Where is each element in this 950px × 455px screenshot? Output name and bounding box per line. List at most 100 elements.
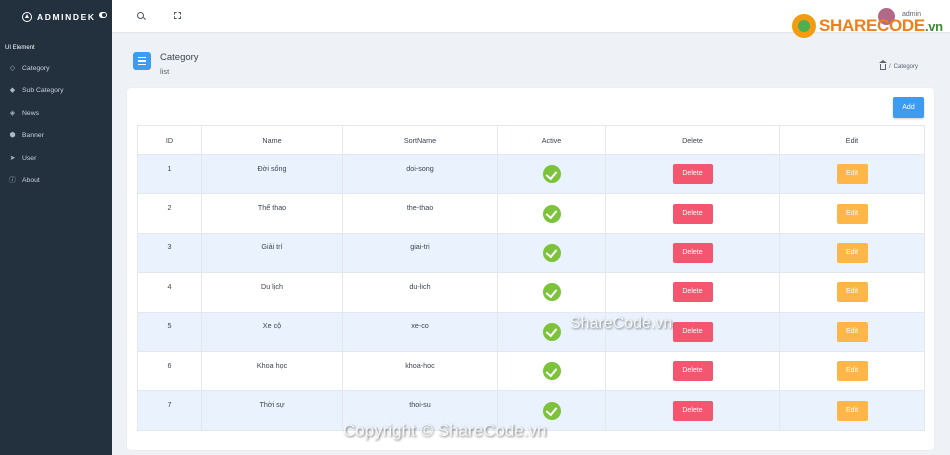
edit-button[interactable]: Edit [836, 282, 868, 303]
cell-name: Thể thao [201, 193, 343, 234]
id-value: 5 [167, 321, 172, 331]
table-row: 2 Thể thao the-thao Delete Edit [137, 193, 925, 234]
tag-icon: ◆ [9, 87, 16, 95]
cell-delete: Delete [605, 272, 780, 313]
page-title: Category [160, 52, 199, 63]
delete-button[interactable]: Delete [672, 321, 713, 342]
cell-edit: Edit [779, 272, 925, 313]
name-value: Khoa học [256, 360, 288, 370]
layers-icon: ◈ [9, 109, 16, 117]
cell-id: 5 [137, 311, 202, 352]
globe-icon [792, 14, 816, 38]
name-value: Xe cộ [262, 321, 282, 331]
id-value: 7 [167, 400, 172, 410]
cell-id: 2 [137, 193, 202, 234]
breadcrumb: / Category [879, 60, 918, 70]
sidebar-item-label: Category [22, 64, 50, 72]
cell-name: Khoa học [201, 350, 343, 392]
brand-name: ADMINDEK [37, 11, 96, 22]
image-icon: ⬢ [9, 132, 16, 140]
home-icon[interactable] [879, 60, 887, 70]
edit-button[interactable]: Edit [836, 164, 868, 185]
edit-button[interactable]: Edit [836, 321, 868, 342]
cell-edit: Edit [779, 390, 925, 431]
sidebar-item-news[interactable]: ◈ News [0, 102, 112, 125]
cell-delete: Delete [605, 350, 780, 392]
column-header: Delete [605, 125, 780, 155]
active-check-icon [542, 322, 561, 341]
delete-button[interactable]: Delete [672, 203, 713, 224]
delete-button[interactable]: Delete [672, 361, 713, 382]
menu-icon [133, 52, 151, 70]
cell-edit: Edit [779, 232, 925, 274]
brand[interactable]: ADMINDEK [0, 0, 112, 33]
breadcrumb-separator: / [889, 63, 891, 70]
watermark-copyright: Copyright © ShareCode.vn [343, 421, 547, 440]
cell-active [497, 193, 606, 234]
column-header: Name [201, 125, 343, 155]
cell-sortname: du-lich [342, 272, 498, 313]
active-check-icon [542, 204, 561, 223]
delete-button[interactable]: Delete [672, 400, 713, 421]
cell-id: 1 [137, 153, 202, 195]
sidebar-item-label: Banner [22, 132, 44, 140]
table-row: 4 Du lịch du-lich Delete Edit [137, 272, 925, 313]
active-check-icon [542, 362, 561, 381]
table-row: 6 Khoa học khoa-hoc Delete Edit [137, 350, 925, 392]
page-subtitle: list [160, 67, 170, 76]
id-value: 3 [167, 242, 172, 252]
sortname-value: khoa-hoc [405, 360, 435, 370]
active-check-icon [542, 243, 561, 262]
cell-name: Thời sự [201, 390, 343, 431]
cell-delete: Delete [605, 153, 780, 195]
edit-button[interactable]: Edit [836, 400, 868, 421]
sidebar-item-label: User [22, 154, 37, 162]
delete-button[interactable]: Delete [672, 282, 713, 303]
edit-button[interactable]: Edit [836, 203, 868, 224]
name-value: Đời sống [257, 163, 287, 173]
sidebar-item-label: Sub Category [22, 87, 64, 95]
sortname-value: du-lich [409, 281, 431, 291]
sortname-value: doi-song [406, 163, 434, 173]
id-value: 6 [167, 360, 172, 370]
sidebar-item-sub-category[interactable]: ◆ Sub Category [0, 80, 112, 103]
cell-name: Giải trí [201, 232, 343, 274]
cell-edit: Edit [779, 193, 925, 234]
cell-edit: Edit [779, 153, 925, 195]
watermark-text: ShareCode.vn [570, 315, 673, 332]
cell-id: 3 [137, 232, 202, 274]
cell-sortname: the-thao [342, 193, 498, 234]
sidebar-section-label: UI Element [5, 45, 35, 51]
sidebar-item-banner[interactable]: ⬢ Banner [0, 125, 112, 148]
cell-id: 6 [137, 350, 202, 392]
active-check-icon [542, 165, 561, 184]
table-row: 3 Giải trí giai-tri Delete Edit [137, 232, 925, 274]
watermark-logo-text: SHARECODE [819, 16, 925, 35]
cell-name: Xe cộ [201, 311, 343, 352]
cell-active [497, 350, 606, 392]
id-value: 4 [167, 281, 172, 291]
add-button[interactable]: Add [893, 97, 924, 118]
sortname-value: thoi-su [409, 400, 431, 410]
category-table: ID Name SortName Active Delete Edit 1 Đời… [137, 125, 925, 431]
column-header: Edit [779, 125, 925, 155]
column-header: SortName [342, 125, 498, 155]
logo-icon [22, 11, 32, 22]
sidebar-item-category[interactable]: ◇ Category [0, 57, 112, 80]
table-header-row: ID Name SortName Active Delete Edit [137, 125, 925, 155]
name-value: Thể thao [257, 203, 287, 213]
cell-sortname: giai-tri [342, 232, 498, 274]
cell-active [497, 232, 606, 274]
delete-button[interactable]: Delete [672, 164, 713, 185]
sidebar-item-about[interactable]: ⓘ About [0, 170, 112, 193]
cell-active [497, 272, 606, 313]
search-icon[interactable] [137, 12, 144, 19]
fullscreen-icon[interactable] [174, 12, 181, 19]
sidebar-item-label: About [22, 177, 40, 185]
cell-id: 4 [137, 272, 202, 313]
edit-button[interactable]: Edit [836, 242, 868, 263]
sidebar-item-user[interactable]: ➤ User [0, 147, 112, 170]
edit-button[interactable]: Edit [836, 361, 868, 382]
delete-button[interactable]: Delete [672, 242, 713, 263]
sidebar-toggle-icon[interactable] [99, 12, 107, 18]
